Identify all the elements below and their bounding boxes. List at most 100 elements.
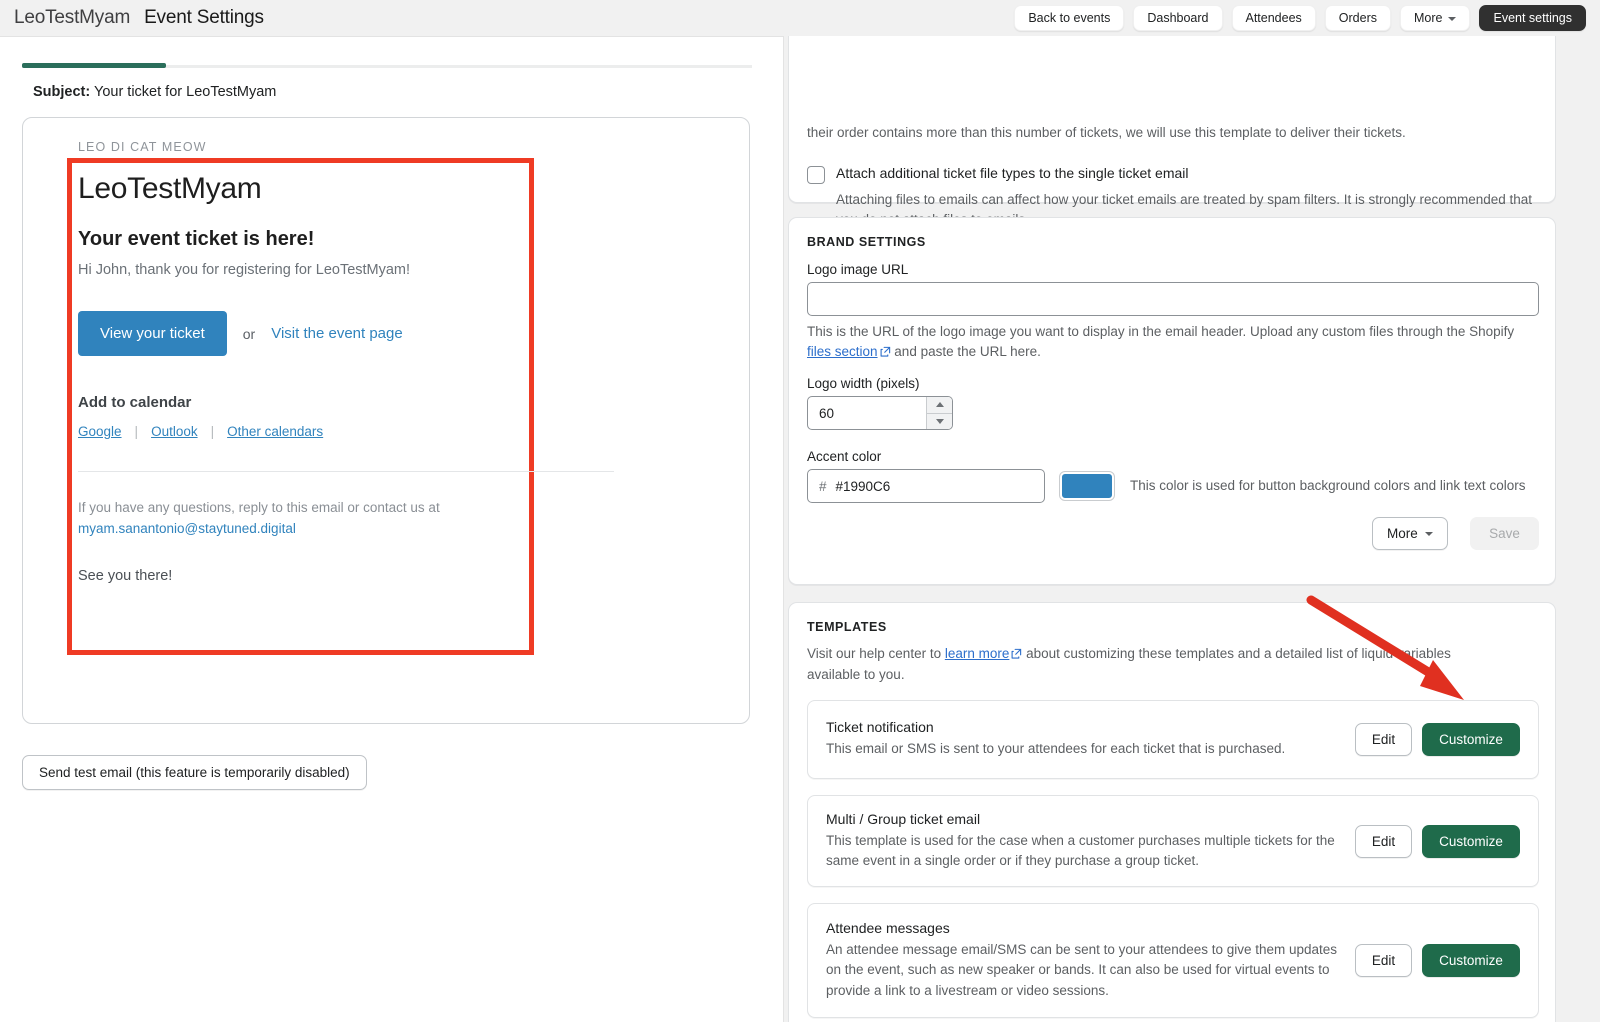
- email-preview-card: LEO DI CAT MEOW LeoTestMyam Your event t…: [22, 117, 750, 724]
- templates-card: TEMPLATES Visit our help center to learn…: [788, 602, 1556, 1022]
- add-to-calendar-links: Google | Outlook | Other calendars: [78, 424, 638, 439]
- title-group: LeoTestMyam Event Settings: [0, 7, 264, 29]
- subject-line: Subject: Your ticket for LeoTestMyam: [33, 84, 276, 100]
- logo-url-input[interactable]: [807, 282, 1539, 316]
- view-your-ticket-button[interactable]: View your ticket: [78, 311, 227, 356]
- learn-more-link[interactable]: learn more: [945, 646, 1010, 661]
- template-row-ticket-notification: Ticket notification This email or SMS is…: [807, 700, 1539, 779]
- template-actions: Edit Customize: [1339, 944, 1520, 977]
- template-description: An attendee message email/SMS can be sen…: [826, 942, 1338, 998]
- accent-color-value: #1990C6: [835, 478, 891, 494]
- more-label: More: [1414, 11, 1443, 25]
- brand-save-button[interactable]: Save: [1470, 517, 1539, 550]
- orders-button[interactable]: Orders: [1324, 5, 1391, 31]
- attendees-label: Attendees: [1245, 11, 1302, 25]
- customize-label: Customize: [1439, 833, 1503, 849]
- support-email-link[interactable]: myam.sanantonio@staytuned.digital: [78, 521, 296, 536]
- logo-width-spin-buttons[interactable]: [926, 397, 952, 429]
- email-footer-sentence: If you have any questions, reply to this…: [78, 500, 440, 515]
- customize-label: Customize: [1439, 732, 1503, 747]
- logo-width-decrement-button[interactable]: [927, 413, 952, 429]
- customize-button[interactable]: Customize: [1422, 723, 1520, 756]
- brand-more-button[interactable]: More: [1372, 517, 1448, 550]
- templates-title: TEMPLATES: [807, 620, 887, 634]
- calendar-link-other[interactable]: Other calendars: [227, 424, 323, 439]
- top-app-bar: LeoTestMyam Event Settings Back to event…: [0, 0, 1600, 36]
- accent-color-swatch[interactable]: [1060, 472, 1114, 500]
- logo-url-help: This is the URL of the logo image you wa…: [807, 322, 1519, 364]
- more-menu-button[interactable]: More: [1400, 5, 1471, 31]
- calendar-link-outlook[interactable]: Outlook: [151, 424, 198, 439]
- template-actions: Edit Customize: [1339, 723, 1520, 756]
- logo-width-stepper[interactable]: [807, 396, 953, 430]
- ticket-delivery-card: their order contains more than this numb…: [788, 36, 1556, 261]
- accent-color-input[interactable]: # #1990C6: [807, 469, 1045, 503]
- dashboard-button[interactable]: Dashboard: [1133, 5, 1223, 31]
- email-cta-row: View your ticket or Visit the event page: [78, 311, 638, 356]
- event-settings-button[interactable]: Event settings: [1479, 5, 1586, 31]
- customize-button[interactable]: Customize: [1422, 944, 1520, 977]
- customize-button[interactable]: Customize: [1422, 824, 1520, 858]
- brand-settings-title: BRAND SETTINGS: [807, 235, 926, 249]
- customize-label: Customize: [1439, 953, 1503, 968]
- calendar-link-google[interactable]: Google: [78, 424, 122, 439]
- accent-color-label: Accent color: [807, 449, 882, 464]
- template-description: This template is used for the case when …: [826, 832, 1335, 868]
- attach-files-checkbox[interactable]: [807, 166, 825, 184]
- orders-label: Orders: [1338, 11, 1377, 25]
- templates-help-part1: Visit our help center to: [807, 646, 945, 661]
- template-row-multi-group-ticket-email: Multi / Group ticket email This template…: [807, 795, 1539, 887]
- triangle-down-icon: [935, 418, 944, 424]
- ticket-template-intro: their order contains more than this numb…: [807, 125, 1406, 140]
- email-divider: [78, 471, 614, 472]
- attach-files-label: Attach additional ticket file types to t…: [836, 165, 1189, 181]
- template-text-block: Ticket notification This email or SMS is…: [826, 719, 1285, 759]
- calendar-separator-2: |: [210, 424, 215, 439]
- template-title: Attendee messages: [826, 920, 950, 937]
- calendar-separator-1: |: [134, 424, 139, 439]
- brand-save-label: Save: [1489, 526, 1520, 541]
- templates-help: Visit our help center to learn more abou…: [807, 644, 1507, 686]
- subject-label: Subject:: [33, 84, 91, 100]
- attach-files-checkbox-row[interactable]: Attach additional ticket file types to t…: [807, 165, 1539, 184]
- email-brand-name: LEO DI CAT MEOW: [78, 140, 207, 154]
- visit-event-page-link[interactable]: Visit the event page: [271, 325, 402, 342]
- external-link-icon: [880, 343, 891, 363]
- logo-width-increment-button[interactable]: [927, 397, 952, 414]
- edit-button[interactable]: Edit: [1355, 824, 1412, 858]
- logo-url-label: Logo image URL: [807, 262, 909, 277]
- template-text-block: Attendee messages An attendee message em…: [826, 920, 1339, 1001]
- accent-color-help: This color is used for button background…: [1130, 478, 1526, 493]
- logo-url-help-part1: This is the URL of the logo image you wa…: [807, 324, 1515, 339]
- chevron-down-icon: [1424, 532, 1433, 536]
- subject-value: Your ticket for LeoTestMyam: [93, 84, 277, 100]
- chevron-down-icon: [1448, 16, 1457, 21]
- email-headline: Your event ticket is here!: [78, 228, 315, 250]
- logo-width-label: Logo width (pixels): [807, 376, 920, 391]
- email-body: LEO DI CAT MEOW LeoTestMyam Your event t…: [78, 140, 638, 584]
- email-event-name: LeoTestMyam: [78, 172, 262, 205]
- template-description: This email or SMS is sent to your attend…: [826, 741, 1286, 757]
- cta-or-label: or: [242, 325, 256, 342]
- brand-more-label: More: [1387, 526, 1418, 541]
- app-title: LeoTestMyam: [14, 7, 131, 28]
- top-actions: Back to events Dashboard Attendees Order…: [1014, 5, 1600, 31]
- external-link-icon: [1011, 645, 1022, 665]
- template-row-attendee-messages: Attendee messages An attendee message em…: [807, 903, 1539, 1018]
- send-test-email-label: Send test email (this feature is tempora…: [39, 765, 350, 780]
- tab-active-indicator: [22, 63, 166, 68]
- template-title: Ticket notification: [826, 719, 934, 736]
- back-to-events-label: Back to events: [1028, 11, 1111, 25]
- template-actions: Edit Customize: [1339, 824, 1520, 858]
- files-section-link[interactable]: files section: [807, 344, 878, 359]
- event-settings-label: Event settings: [1493, 11, 1572, 25]
- edit-button[interactable]: Edit: [1355, 723, 1412, 756]
- attendees-button[interactable]: Attendees: [1231, 5, 1316, 31]
- dashboard-label: Dashboard: [1147, 11, 1209, 25]
- edit-button[interactable]: Edit: [1355, 944, 1412, 977]
- back-to-events-button[interactable]: Back to events: [1014, 5, 1125, 31]
- logo-url-help-part2: and paste the URL here.: [890, 344, 1041, 360]
- brand-settings-card: BRAND SETTINGS Logo image URL This is th…: [788, 217, 1556, 585]
- send-test-email-button[interactable]: Send test email (this feature is tempora…: [22, 755, 367, 790]
- edit-label: Edit: [1371, 833, 1396, 849]
